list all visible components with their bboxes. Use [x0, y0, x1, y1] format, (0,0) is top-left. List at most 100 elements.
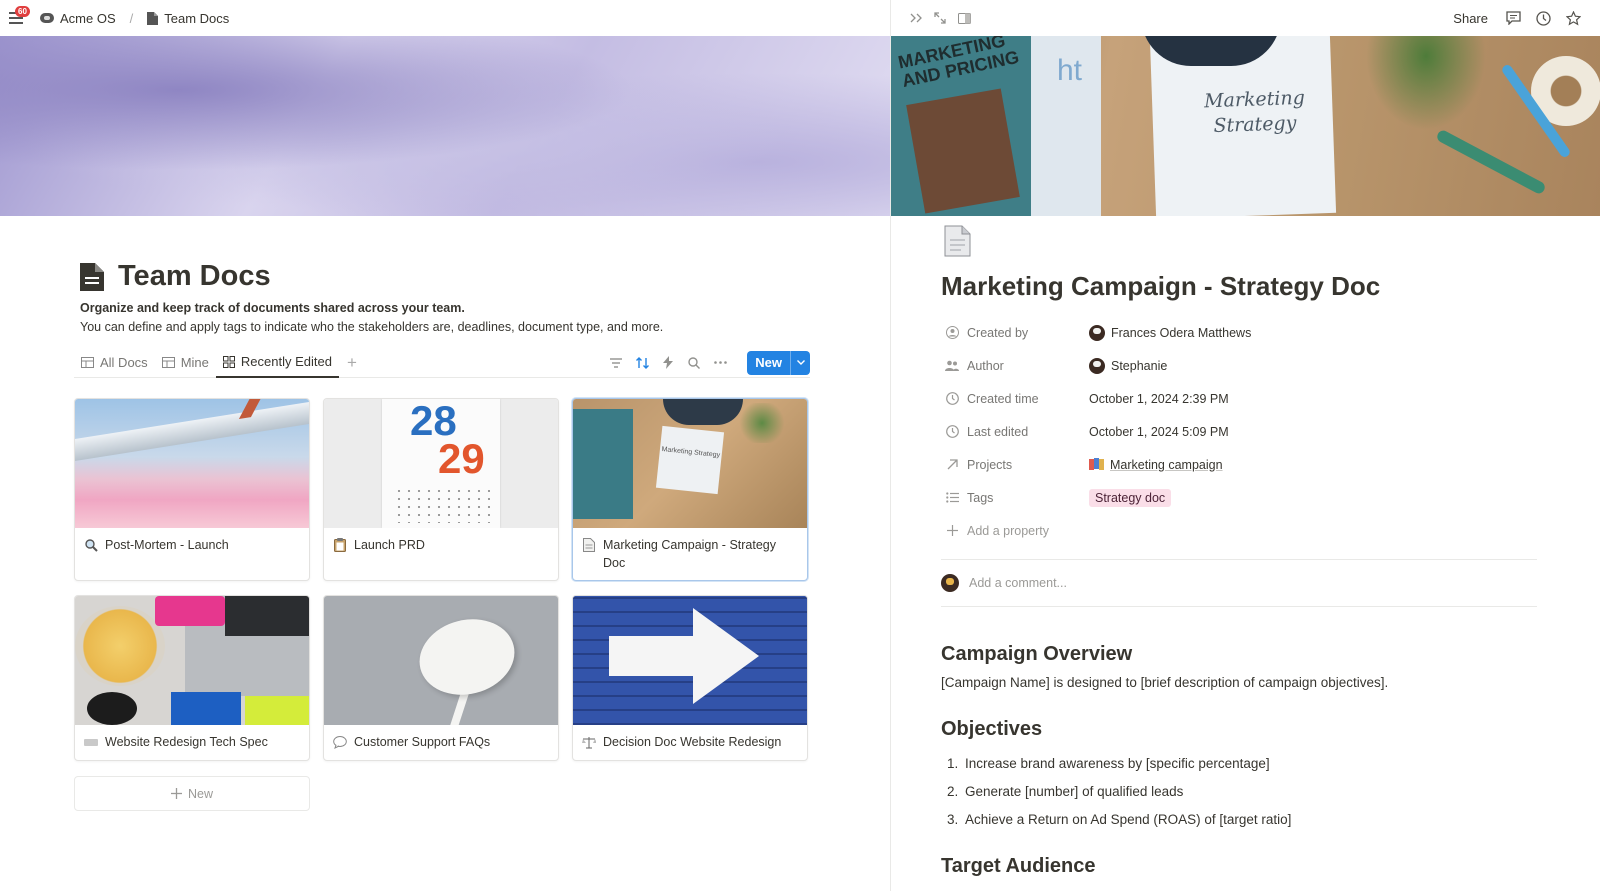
close-peek-double-chevron-icon[interactable] [905, 7, 927, 29]
card-caption: Marketing Campaign - Strategy Doc [573, 528, 807, 580]
page-icon[interactable] [80, 263, 104, 291]
comment-input[interactable]: Add a comment... [941, 560, 1541, 606]
calendar-number: 29 [438, 435, 485, 482]
gallery-card-selected[interactable]: Marketing Strategy Marketing Campaign - … [572, 398, 808, 581]
breadcrumb-page[interactable]: Team Docs [164, 11, 229, 26]
property-tags[interactable]: Tags Strategy doc [941, 481, 1541, 514]
comments-icon[interactable] [1502, 7, 1524, 29]
tab-label: Mine [180, 355, 209, 370]
property-key: Created by [967, 325, 1029, 340]
cover-image[interactable] [0, 36, 890, 216]
cover-image[interactable]: MARKETING AND PRICING ht Marketing Strat… [891, 36, 1600, 216]
project-link[interactable]: Marketing campaign [1110, 458, 1223, 472]
expand-icon[interactable] [929, 7, 951, 29]
document-title[interactable]: Marketing Campaign - Strategy Doc [941, 271, 1541, 302]
more-options-icon[interactable] [713, 356, 727, 370]
new-button[interactable]: New [747, 350, 810, 375]
heading-campaign-overview[interactable]: Campaign Overview [941, 643, 1541, 666]
document-body: Marketing Campaign - Strategy Doc Create… [941, 224, 1541, 878]
page-description-bold: Organize and keep track of documents sha… [80, 301, 465, 315]
automation-lightning-icon[interactable] [661, 356, 675, 370]
table-icon [81, 357, 94, 368]
properties-list: Created by Frances Odera Matthews Author… [941, 316, 1541, 547]
tab-label: Recently Edited [240, 354, 332, 369]
gallery-card[interactable]: Website Redesign Tech Spec [74, 595, 310, 761]
card-caption: Decision Doc Website Redesign [573, 725, 807, 759]
notification-badge: 60 [15, 6, 30, 17]
tab-mine[interactable]: Mine [155, 348, 216, 378]
tab-all-docs[interactable]: All Docs [74, 348, 155, 378]
history-clock-icon[interactable] [1532, 7, 1554, 29]
arrow-up-right-icon [945, 458, 959, 472]
gallery-card[interactable]: Decision Doc Website Redesign [572, 595, 808, 761]
side-peek-page: Share MARKETING AND PRICING ht Marketing… [891, 0, 1600, 891]
breadcrumb-workspace[interactable]: Acme OS [60, 11, 116, 26]
breadcrumb: Acme OS / Team Docs [40, 11, 229, 26]
list-item[interactable]: 3. Achieve a Return on Ad Spend (ROAS) of… [941, 805, 1541, 833]
card-cover-marketing-desk: Marketing Strategy [573, 399, 807, 528]
property-value: Frances Odera Matthews [1111, 325, 1252, 340]
page-icon [147, 11, 159, 25]
plus-icon [945, 524, 959, 538]
property-key: Projects [967, 457, 1013, 472]
page-description: You can define and apply tags to indicat… [80, 320, 664, 334]
chevron-down-icon[interactable] [790, 350, 810, 375]
peek-top-bar: Share [891, 0, 1600, 36]
gallery-card[interactable]: Customer Support FAQs [323, 595, 559, 761]
heading-objectives[interactable]: Objectives [941, 718, 1541, 741]
property-projects[interactable]: Projects Marketing campaign [941, 448, 1541, 481]
objectives-list: 1. Increase brand awareness by [specific … [941, 749, 1541, 833]
database-page: 60 Acme OS / Team Docs Team Docs Organiz… [0, 0, 890, 891]
paragraph-overview[interactable]: [Campaign Name] is designed to [brief de… [941, 675, 1541, 690]
property-created-time[interactable]: Created time October 1, 2024 2:39 PM [941, 382, 1541, 415]
property-author[interactable]: Author Stephanie [941, 349, 1541, 382]
heading-target-audience[interactable]: Target Audience [941, 855, 1541, 878]
add-property-button[interactable]: Add a property [941, 514, 1541, 547]
magnifier-icon [83, 537, 99, 553]
property-key: Last edited [967, 424, 1029, 439]
view-toolbar: New [609, 350, 810, 375]
card-cover-desk-laptop [75, 596, 309, 725]
card-cover-speech-bubble [324, 596, 558, 725]
sort-icon[interactable] [635, 356, 649, 370]
list-item[interactable]: 2. Generate [number] of qualified leads [941, 777, 1541, 805]
property-value: October 1, 2024 2:39 PM [1089, 391, 1229, 406]
cover-book-title: MARKETING AND PRICING [896, 36, 1021, 92]
gallery-card[interactable]: Post-Mortem - Launch [74, 398, 310, 581]
property-last-edited[interactable]: Last edited October 1, 2024 5:09 PM [941, 415, 1541, 448]
gallery-card[interactable]: 28 29 Launch PRD [323, 398, 559, 581]
list-number: 2. [947, 783, 959, 799]
document-icon [581, 537, 597, 553]
list-item[interactable]: 1. Increase brand awareness by [specific … [941, 749, 1541, 777]
add-new-card-button[interactable]: New [74, 776, 310, 811]
avatar [1089, 357, 1105, 374]
card-title: Website Redesign Tech Spec [105, 735, 268, 749]
property-key: Created time [967, 391, 1039, 406]
tag-pill[interactable]: Strategy doc [1089, 488, 1172, 507]
workspace-icon [40, 13, 54, 23]
property-created-by[interactable]: Created by Frances Odera Matthews [941, 316, 1541, 349]
app-window: 60 Acme OS / Team Docs Team Docs Organiz… [0, 0, 1600, 891]
divider [941, 606, 1537, 607]
sidebar-menu-button[interactable]: 60 [6, 6, 30, 29]
card-caption: Launch PRD [324, 528, 558, 562]
clock-icon [945, 425, 959, 439]
card-cover-airplane-wing [75, 399, 309, 528]
peek-mode-icon[interactable] [953, 7, 975, 29]
avatar [941, 574, 959, 592]
search-icon[interactable] [687, 356, 701, 370]
add-new-label: New [187, 786, 213, 801]
share-button[interactable]: Share [1453, 11, 1488, 26]
card-title: Post-Mortem - Launch [105, 538, 229, 552]
filter-icon[interactable] [609, 356, 623, 370]
list-number: 3. [947, 811, 959, 827]
document-icon[interactable] [941, 224, 973, 260]
gallery-icon [222, 355, 235, 368]
page-title[interactable]: Team Docs [118, 260, 271, 293]
tab-recently-edited[interactable]: Recently Edited [215, 348, 339, 378]
add-view-button[interactable]: + [339, 353, 365, 373]
person-circle-icon [945, 326, 959, 340]
list-number: 1. [947, 755, 959, 771]
card-cover-calendar: 28 29 [324, 399, 558, 528]
favorite-star-icon[interactable] [1562, 7, 1584, 29]
